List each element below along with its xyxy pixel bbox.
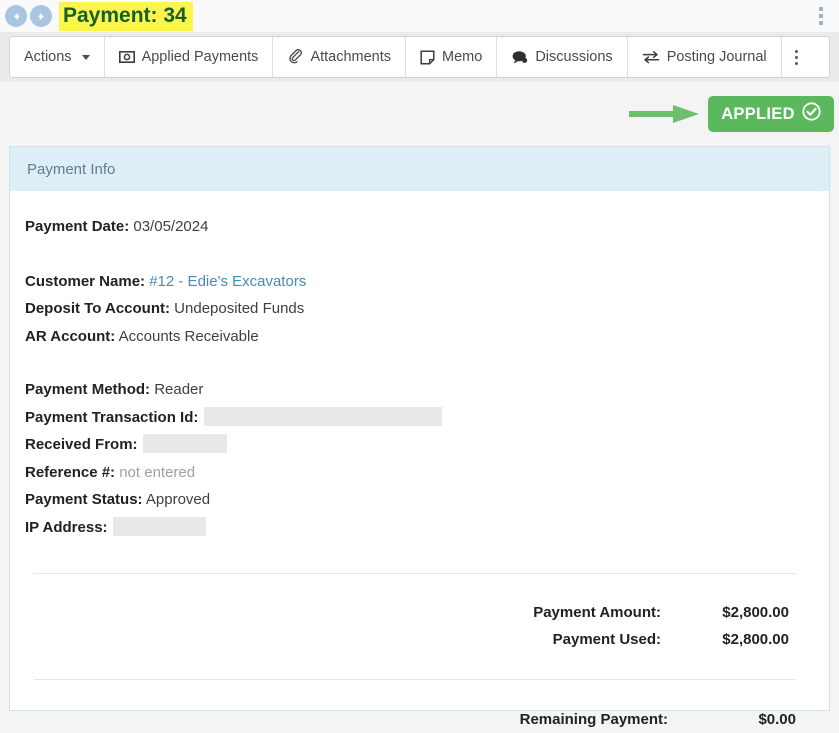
deposit-to-account-value: Undeposited Funds bbox=[174, 300, 305, 317]
note-icon bbox=[420, 49, 435, 65]
payment-used-label: Payment Used: bbox=[552, 631, 661, 648]
arrow-right-circle-icon bbox=[35, 10, 48, 23]
arrow-left-circle-icon bbox=[10, 10, 23, 23]
reference-number-value: not entered bbox=[119, 463, 196, 481]
remaining-payment-row: Remaining Payment: $0.00 bbox=[25, 706, 805, 733]
window-menu-button[interactable] bbox=[809, 0, 833, 32]
tab-applied-payments-label: Applied Payments bbox=[141, 49, 259, 65]
vertical-dots-icon-dot bbox=[794, 55, 798, 59]
payment-method-value: Reader bbox=[154, 381, 204, 398]
customer-name-link[interactable]: #12 - Edie's Excavators bbox=[149, 273, 306, 290]
ar-account-label: AR Account: bbox=[25, 327, 116, 345]
tab-applied-payments[interactable]: Applied Payments bbox=[104, 37, 274, 77]
status-badge[interactable]: APPLIED bbox=[708, 96, 834, 132]
comment-icon bbox=[511, 50, 528, 64]
reference-number-label: Reference #: bbox=[25, 463, 116, 481]
page-title: Payment: 34 bbox=[59, 1, 193, 31]
panel-body: Payment Date: 03/05/2024 Customer Name: … bbox=[10, 191, 829, 733]
total-row: Payment Amount: $2,800.00 bbox=[25, 599, 798, 626]
field-payment-transaction-id: Payment Transaction Id: bbox=[25, 404, 805, 432]
status-badge-label: APPLIED bbox=[721, 104, 795, 123]
actions-label: Actions bbox=[24, 49, 72, 65]
payment-detail-screen: Payment: 34 Actions Applied Payments Att… bbox=[0, 0, 839, 733]
payment-transaction-id-label: Payment Transaction Id: bbox=[25, 408, 199, 426]
panel-header-label: Payment Info bbox=[27, 160, 116, 178]
payment-amount-value: $2,800.00 bbox=[722, 604, 789, 621]
exchange-arrows-icon bbox=[642, 50, 660, 64]
check-circle-icon bbox=[802, 102, 821, 126]
actions-menu-button[interactable]: Actions bbox=[10, 37, 105, 77]
payment-used-value: $2,800.00 bbox=[722, 631, 789, 648]
field-payment-status: Payment Status: Approved bbox=[25, 486, 805, 514]
payment-status-value: Approved bbox=[145, 491, 211, 508]
vertical-dots-icon-dot bbox=[819, 14, 823, 18]
tab-discussions-label: Discussions bbox=[535, 49, 613, 65]
tab-discussions[interactable]: Discussions bbox=[497, 37, 628, 77]
panel-header: Payment Info bbox=[10, 147, 829, 191]
total-row: Payment Used: $2,800.00 bbox=[25, 626, 798, 653]
toolbar: Actions Applied Payments Attachments Mem… bbox=[9, 36, 830, 78]
received-from-label: Received From: bbox=[25, 436, 138, 453]
field-received-from: Received From: bbox=[25, 431, 805, 459]
field-reference-number: Reference #: not entered bbox=[25, 459, 805, 487]
field-payment-method: Payment Method: Reader bbox=[25, 376, 805, 404]
ip-address-label: IP Address: bbox=[25, 518, 108, 536]
back-button[interactable] bbox=[5, 5, 27, 27]
green-arrow-icon bbox=[629, 103, 701, 130]
chevron-down-icon bbox=[81, 54, 90, 60]
toolbar-container: Actions Applied Payments Attachments Mem… bbox=[0, 32, 839, 82]
money-bill-icon bbox=[118, 50, 135, 64]
vertical-dots-icon-dot bbox=[794, 61, 798, 65]
tab-memo[interactable]: Memo bbox=[406, 37, 498, 77]
tab-attachments[interactable]: Attachments bbox=[273, 37, 407, 77]
customer-name-label: Customer Name: bbox=[25, 272, 146, 290]
tab-posting-journal-label: Posting Journal bbox=[666, 49, 767, 65]
payment-amount-label: Payment Amount: bbox=[533, 604, 661, 621]
payment-date-value: 03/05/2024 bbox=[133, 218, 209, 235]
toolbar-overflow-button[interactable] bbox=[781, 37, 811, 77]
field-ar-account: AR Account: Accounts Receivable bbox=[25, 323, 805, 351]
payment-transaction-id-redacted-value bbox=[203, 406, 442, 426]
forward-button[interactable] bbox=[30, 5, 52, 27]
payment-date-label: Payment Date: bbox=[25, 218, 130, 235]
field-payment-date: Payment Date: 03/05/2024 bbox=[25, 213, 805, 241]
deposit-to-account-label: Deposit To Account: bbox=[25, 300, 170, 317]
vertical-dots-icon-dot bbox=[794, 49, 798, 53]
tab-attachments-label: Attachments bbox=[310, 49, 392, 65]
totals-section: Payment Amount: $2,800.00 Payment Used: … bbox=[25, 599, 805, 653]
tab-posting-journal[interactable]: Posting Journal bbox=[627, 37, 782, 77]
payment-method-label: Payment Method: bbox=[25, 381, 151, 398]
tab-memo-label: Memo bbox=[442, 49, 483, 65]
payment-info-panel: Payment Info Payment Date: 03/05/2024 Cu… bbox=[9, 146, 830, 728]
ip-address-redacted-value bbox=[112, 516, 206, 536]
field-customer-name: Customer Name: #12 - Edie's Excavators bbox=[25, 268, 805, 296]
remaining-payment-label: Remaining Payment: bbox=[519, 711, 668, 728]
payment-status-label: Payment Status: bbox=[25, 491, 143, 508]
vertical-dots-icon-dot bbox=[819, 21, 823, 25]
paperclip-icon bbox=[287, 49, 303, 65]
ar-account-value: Accounts Receivable bbox=[118, 327, 259, 345]
title-bar: Payment: 34 bbox=[0, 0, 839, 32]
field-ip-address: IP Address: bbox=[25, 514, 805, 542]
remaining-payment-value: $0.00 bbox=[758, 711, 796, 728]
field-deposit-to-account: Deposit To Account: Undeposited Funds bbox=[25, 295, 805, 323]
received-from-redacted-value bbox=[142, 434, 227, 453]
vertical-dots-icon-dot bbox=[819, 7, 823, 11]
